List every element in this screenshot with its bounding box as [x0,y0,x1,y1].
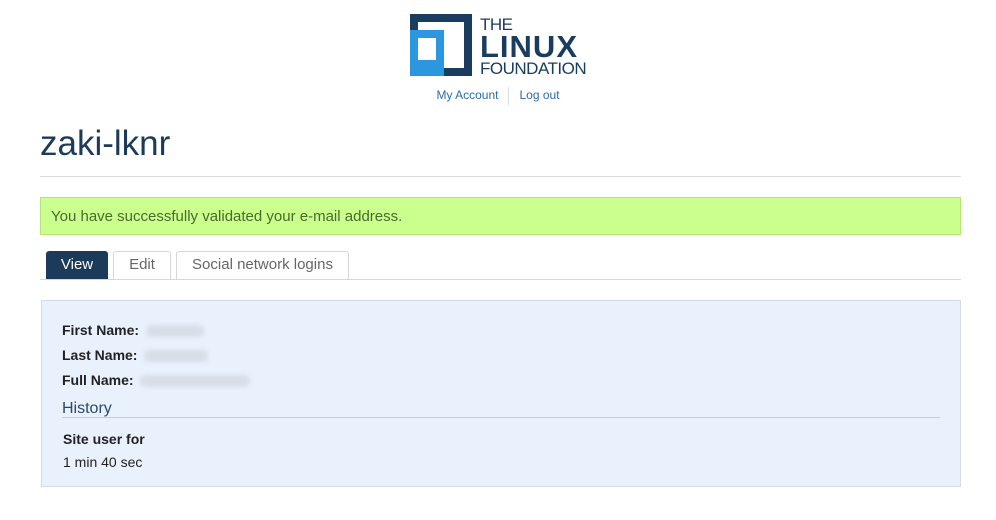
user-links: My Account Log out [0,86,996,105]
full-name-row: Full Name: [62,372,251,388]
tabs: View Edit Social network logins [40,251,961,280]
page-title: zaki-lknr [40,124,171,163]
history-heading: History [62,400,112,417]
my-account-link[interactable]: My Account [426,86,508,104]
site-user-for-label: Site user for [63,431,145,447]
first-name-label: First Name: [62,322,140,338]
logo-linux: LINUX [480,29,578,64]
logo-mark-icon [410,14,472,76]
logo-foundation: FOUNDATION [480,59,587,78]
tab-social-network-logins[interactable]: Social network logins [176,251,349,279]
last-name-value-redacted [144,350,209,363]
site-user-for-value: 1 min 40 sec [63,454,143,470]
linux-foundation-logo[interactable]: THE LINUX FOUNDATION [410,14,592,78]
log-out-link[interactable]: Log out [509,86,569,104]
last-name-row: Last Name: [62,347,209,363]
tab-view[interactable]: View [46,251,108,279]
full-name-value-redacted [140,375,251,388]
status-message: You have successfully validated your e-m… [40,197,961,235]
first-name-row: First Name: [62,322,204,338]
first-name-value-redacted [145,325,204,338]
title-divider [40,176,961,177]
profile-panel: First Name: Last Name: Full Name: Histor… [41,300,961,487]
last-name-label: Last Name: [62,347,138,363]
history-divider [62,417,940,418]
full-name-label: Full Name: [62,372,134,388]
tab-edit[interactable]: Edit [113,251,171,279]
